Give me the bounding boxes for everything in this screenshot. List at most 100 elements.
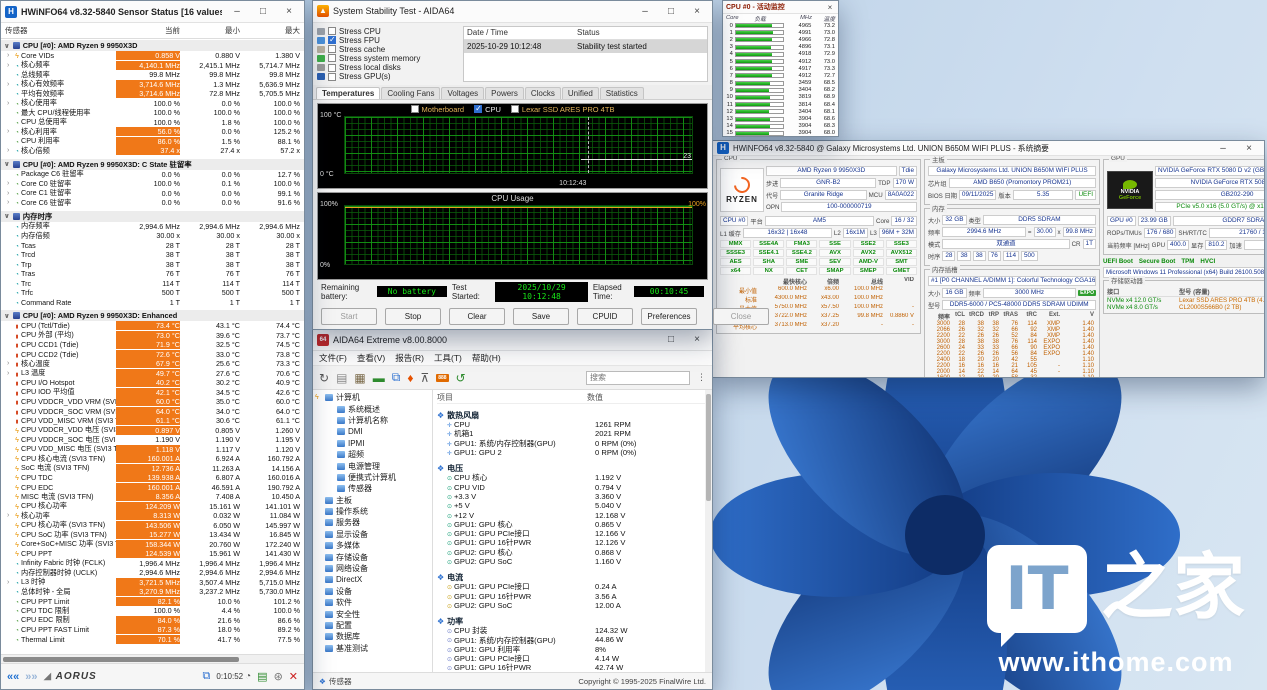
stress-checkbox[interactable]: Stress CPU (317, 27, 459, 36)
stability-button[interactable]: Save (513, 308, 569, 325)
sensor-row[interactable]: › Thermal Limit 70.1 % 41.7 % 77.5 % (1, 635, 304, 645)
minimize-button[interactable]: – (226, 6, 248, 17)
sensor-row[interactable]: › 核心功率 8.313 W 0.032 W 11.084 W (1, 511, 304, 521)
sensor-group-header[interactable]: ∨ CPU [#0]: AMD Ryzen 9 9950X3D: Enhance… (1, 310, 304, 321)
legend-checkbox[interactable] (474, 105, 482, 113)
stability-button[interactable]: Preferences (641, 308, 697, 325)
stability-tab[interactable]: Temperatures (316, 87, 380, 99)
search-input[interactable] (586, 371, 690, 385)
sensor-item-row[interactable]: GPU2: GPU SoC 1.160 V (437, 557, 708, 566)
sensor-item-row[interactable]: CPU VID 0.794 V (437, 482, 708, 491)
sensor-group-header[interactable]: ∨ 内存时序 (1, 211, 304, 222)
stability-test-icon[interactable]: ♦ (407, 371, 413, 385)
sensor-row[interactable]: › 核心有效频率 3,714.6 MHz 1.3 MHz 5,636.9 MHz (1, 80, 304, 90)
checkbox[interactable] (328, 73, 336, 81)
cpu-activity-titlebar[interactable]: CPU #0 - 活动监控 × (723, 1, 838, 14)
memory-icon[interactable]: ▬ (373, 371, 385, 385)
sensor-row[interactable]: › CPU EDC 160.001 A 46.591 A 190.792 A (1, 483, 304, 493)
sensor-row[interactable]: › 总体时钟 - 全局 3,270.9 MHz 3,237.2 MHz 5,73… (1, 587, 304, 597)
settings-button[interactable]: ⊛ (274, 670, 283, 683)
menu-item[interactable]: 查看(V) (357, 352, 385, 364)
sensor-row[interactable]: › Core C6 驻留率 0.0 % 0.0 % 91.6 % (1, 198, 304, 208)
sensor-item-row[interactable]: +3.3 V 3.360 V (437, 492, 708, 501)
sensor-row[interactable]: › CPU EDC 限制 84.0 % 21.6 % 86.6 % (1, 616, 304, 626)
drive-row[interactable]: NVMe x4 8.0 GT/sCL2000S566B0 (2 TB) (1107, 304, 1264, 311)
sensor-row[interactable]: › Trcd 38 T 38 T 38 T (1, 250, 304, 260)
checkbox[interactable] (328, 54, 336, 62)
sensor-row[interactable]: › SoC 电流 (SVI3 TFN) 12.736 A 11.263 A 14… (1, 464, 304, 474)
maximize-button[interactable]: □ (252, 6, 274, 17)
osd-icon[interactable]: 888 (436, 374, 448, 382)
collapse-icon[interactable]: ∨ (4, 312, 10, 320)
checkbox[interactable] (328, 36, 336, 44)
close-button[interactable]: × (686, 6, 708, 17)
close-button[interactable]: × (686, 334, 708, 345)
menu-item[interactable]: 工具(T) (434, 352, 462, 364)
sensor-row[interactable]: › Trp 38 T 38 T 38 T (1, 260, 304, 270)
back-button[interactable]: «« (7, 671, 19, 683)
checkbox[interactable] (328, 64, 336, 72)
sensor-row[interactable]: › CPU PPT 124.539 W 15.961 W 141.430 W (1, 549, 304, 559)
devices-icon[interactable]: ⧉ (392, 370, 401, 385)
sensor-row[interactable]: › CPU 外部 (平均) 73.0 °C 39.6 °C 73.7 °C (1, 331, 304, 341)
sensor-row[interactable]: › Core C1 驻留率 0.0 % 0.0 % 99.1 % (1, 189, 304, 199)
stress-checkbox[interactable]: Stress system memory (317, 54, 459, 63)
stability-button[interactable]: CPUID (577, 308, 633, 325)
menu-item[interactable]: 帮助(H) (472, 352, 501, 364)
sensor-row[interactable]: › CPU IOD 平均值 42.1 °C 34.5 °C 42.6 °C (1, 388, 304, 398)
sensor-row[interactable]: › CPU 核心功率 124.209 W 15.161 W 141.101 W (1, 502, 304, 512)
tree-item[interactable]: 多媒体 (313, 540, 432, 551)
tree-item[interactable]: 电源管理 (313, 460, 432, 471)
back-icon[interactable]: ↺ (456, 371, 466, 385)
maximize-button[interactable]: □ (660, 6, 682, 17)
sensor-row[interactable]: › CPU PPT FAST Limit 87.3 % 18.0 % 89.2 … (1, 625, 304, 635)
sensor-row[interactable]: › Package C6 驻留率 0.0 % 0.0 % 12.7 % (1, 170, 304, 180)
sensor-group-header[interactable]: ∨ CPU [#0]: AMD Ryzen 9 9950X3D: C State… (1, 159, 304, 170)
sensor-item-row[interactable]: CPU 核心 1.192 V (437, 473, 708, 482)
sensor-row[interactable]: › Infinity Fabric 时钟 (FCLK) 1,996.4 MHz … (1, 559, 304, 569)
sensor-row[interactable]: › 内存频率 2,994.6 MHz 2,994.6 MHz 2,994.6 M… (1, 222, 304, 232)
checkbox[interactable] (328, 27, 336, 35)
sensor-row[interactable]: › CPU TDC 限制 100.0 % 4.4 % 100.0 % (1, 606, 304, 616)
sensor-item-row[interactable]: GPU1: GPU 16针PWR 3.56 A (437, 591, 708, 600)
log-row[interactable]: 2025-10-29 10:12:48Stability test starte… (464, 40, 707, 53)
stability-tab[interactable]: Powers (485, 87, 524, 99)
sensor-item-row[interactable]: GPU1: GPU 2 0 RPM (0%) (437, 448, 708, 457)
graph-legend-item[interactable]: Motherboard (411, 105, 465, 114)
tree-item[interactable]: DMI (313, 426, 432, 437)
sensor-row[interactable]: › 核心温度 67.9 °C 25.6 °C 73.3 °C (1, 359, 304, 369)
maximize-button[interactable]: □ (660, 334, 682, 345)
sensor-row[interactable]: › 核心使用率 100.0 % 0.0 % 100.0 % (1, 99, 304, 109)
menu-item[interactable]: 文件(F) (319, 352, 347, 364)
tree-item[interactable]: 显示设备 (313, 529, 432, 540)
more-menu-icon[interactable]: ⋮ (697, 372, 706, 383)
sensor-row[interactable]: › CPU 总使用率 100.0 % 1.8 % 100.0 % (1, 118, 304, 128)
sensor-item-row[interactable]: GPU2: GPU 核心 0.868 V (437, 548, 708, 557)
sensor-row[interactable]: › 内存倍频 30.00 x 30.00 x 30.00 x (1, 231, 304, 241)
legend-checkbox[interactable] (411, 105, 419, 113)
sensor-row[interactable]: › MISC 电流 (SVI3 TFN) 8.356 A 7.408 A 10.… (1, 492, 304, 502)
horizontal-scrollbar[interactable] (1, 654, 304, 663)
sensor-row[interactable]: › Core VIDs 0.858 V 0.880 V 1.380 V (1, 51, 304, 61)
sensor-item-row[interactable]: GPU2: GPU SoC 12.00 A (437, 601, 708, 610)
sensors-titlebar[interactable]: H HWiNFO64 v8.32-5840 Sensor Status [16 … (1, 1, 304, 23)
close-button[interactable]: × (825, 3, 835, 12)
tree-item[interactable]: 安全性 (313, 608, 432, 619)
tree-item[interactable]: 软件 (313, 597, 432, 608)
sensor-row[interactable]: › CPU CCD2 (Tdie) 72.6 °C 33.0 °C 73.8 °… (1, 350, 304, 360)
stress-checkbox[interactable]: Stress FPU (317, 36, 459, 45)
graph-legend-item[interactable]: CPU (474, 105, 501, 114)
checkbox[interactable] (328, 45, 336, 53)
sensor-row[interactable]: › CPU SoC 功率 (SVI3 TFN) 15.277 W 13.434 … (1, 530, 304, 540)
sensor-row[interactable]: › Command Rate 1 T 1 T 1 T (1, 298, 304, 308)
cpu-icon[interactable]: ▦ (354, 371, 365, 385)
tree-item[interactable]: 存储设备 (313, 551, 432, 562)
tree-item[interactable]: 计算机 (313, 392, 432, 403)
minimize-button[interactable]: – (1212, 143, 1234, 154)
sensor-row[interactable]: › CPU 核心电流 (SVI3 TFN) 160.001 A 6.924 A … (1, 454, 304, 464)
refresh-icon[interactable]: ↻ (319, 371, 329, 385)
summary-titlebar[interactable]: H HWiNFO64 v8.32-5840 @ Galaxy Microsyst… (713, 141, 1264, 156)
sensor-row[interactable]: › Core C0 驻留率 100.0 % 0.1 % 100.0 % (1, 179, 304, 189)
benchmark-icon[interactable]: ⊼ (420, 371, 429, 385)
menu-item[interactable]: 报告(R) (395, 352, 424, 364)
